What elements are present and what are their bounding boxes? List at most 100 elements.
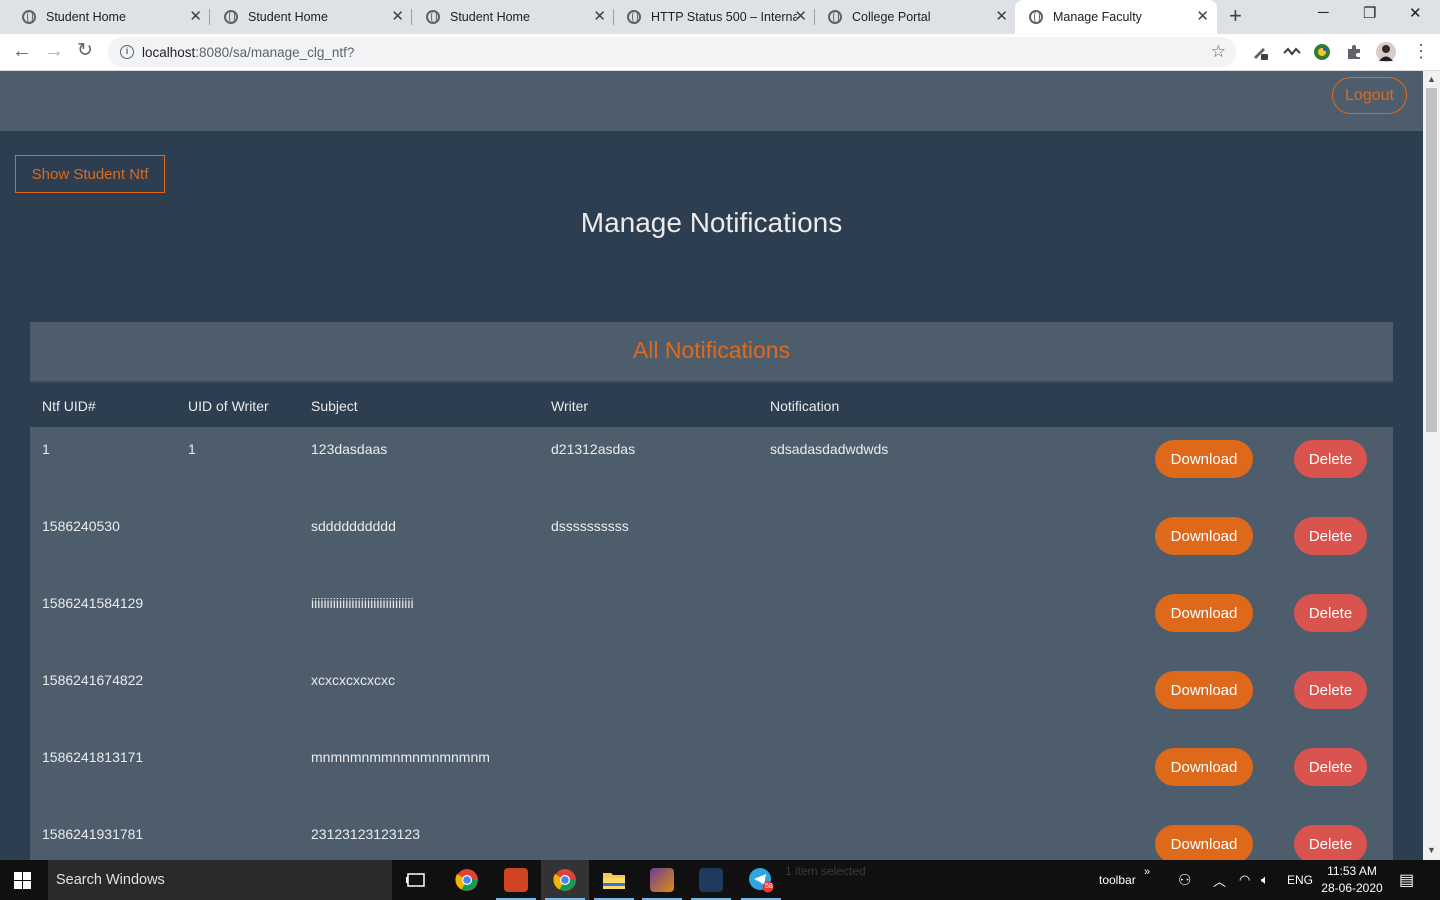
taskbar-clock[interactable]: 11:53 AM 28-06-2020 xyxy=(1312,863,1392,897)
search-placeholder: Search Windows xyxy=(56,872,165,888)
edit-extension-icon[interactable] xyxy=(1251,43,1269,61)
notifications-panel: All Notifications Ntf UID# UID of Writer… xyxy=(30,322,1393,860)
download-button[interactable]: Download xyxy=(1155,440,1253,478)
logout-button[interactable]: Logout xyxy=(1332,77,1407,114)
telegram-icon[interactable]: 58 xyxy=(737,860,785,900)
show-student-ntf-button[interactable]: Show Student Ntf xyxy=(15,155,165,193)
toolbar-label[interactable]: toolbar xyxy=(1099,860,1136,900)
file-explorer-icon[interactable] xyxy=(590,860,638,900)
download-button[interactable]: Download xyxy=(1155,671,1253,709)
delete-button[interactable]: Delete xyxy=(1294,748,1367,786)
subject-cell: xcxcxcxcxcxc xyxy=(311,672,395,688)
tab-title: College Portal xyxy=(852,10,931,24)
notification-cell: sdsadasdadwdwds xyxy=(770,441,889,457)
minimize-icon[interactable]: ─ xyxy=(1318,4,1329,21)
telegram-badge: 58 xyxy=(765,883,773,890)
tab-title: Student Home xyxy=(450,10,530,24)
table-row: 1586241674822 xcxcxcxcxcxc Download Dele… xyxy=(30,658,1393,735)
language-indicator[interactable]: ENG xyxy=(1287,860,1313,900)
download-button[interactable]: Download xyxy=(1155,594,1253,632)
browser-tab[interactable]: Student Home ✕ xyxy=(202,0,412,34)
game-app-icon[interactable] xyxy=(638,860,686,900)
top-navbar: Logout xyxy=(0,71,1423,131)
ntf-uid-cell: 1586241674822 xyxy=(42,672,144,688)
delete-button[interactable]: Delete xyxy=(1294,517,1367,555)
globe-icon xyxy=(1029,10,1043,24)
close-tab-icon[interactable]: ✕ xyxy=(189,8,202,26)
people-icon[interactable]: ⚇ xyxy=(1178,860,1191,900)
table-row: 1586241813171 mnmnmnmmnmnmnmnmnm Downloa… xyxy=(30,735,1393,812)
scroll-up-icon[interactable]: ▲ xyxy=(1427,74,1436,84)
globe-extension-icon[interactable] xyxy=(1313,43,1331,61)
close-tab-icon[interactable]: ✕ xyxy=(995,8,1008,26)
table-row: 1586241584129 iiiiiiiiiiiiiiiiiiiiiiiiii… xyxy=(30,581,1393,658)
address-bar[interactable]: i localhost:8080/sa/manage_clg_ntf? ☆ xyxy=(108,37,1236,67)
delete-button[interactable]: Delete xyxy=(1294,825,1367,860)
globe-icon xyxy=(627,10,641,24)
profile-avatar-icon[interactable] xyxy=(1376,41,1396,63)
tray-chevron-up-icon[interactable]: ︿ xyxy=(1213,860,1226,900)
scroll-down-icon[interactable]: ▼ xyxy=(1427,845,1436,855)
writer-cell: dssssssssss xyxy=(551,518,629,534)
column-header-ntf-uid: Ntf UID# xyxy=(42,398,96,414)
download-button[interactable]: Download xyxy=(1155,825,1253,860)
forward-icon[interactable]: → xyxy=(44,40,64,62)
windows-start-icon[interactable] xyxy=(14,872,32,889)
chrome-active-icon[interactable] xyxy=(541,860,589,900)
browser-tab[interactable]: HTTP Status 500 – Interna ✕ xyxy=(605,0,815,34)
reload-icon[interactable]: ↻ xyxy=(77,40,93,62)
browser-tab-active[interactable]: Manage Faculty ✕ xyxy=(1015,0,1217,34)
volume-icon[interactable]: 🔈︎ xyxy=(1261,860,1269,900)
windows-search-box[interactable]: Search Windows xyxy=(48,860,392,900)
clock-time: 11:53 AM xyxy=(1327,864,1377,878)
page-scrollbar[interactable]: ▲ ▼ xyxy=(1423,71,1440,860)
delete-button[interactable]: Delete xyxy=(1294,594,1367,632)
ntf-uid-cell: 1586241813171 xyxy=(42,749,144,765)
chrome-icon[interactable] xyxy=(443,860,491,900)
delete-button[interactable]: Delete xyxy=(1294,671,1367,709)
tab-title: Manage Faculty xyxy=(1053,10,1142,24)
ntf-uid-cell: 1586241584129 xyxy=(42,595,144,611)
writer-uid-cell: 1 xyxy=(188,441,196,457)
toolbar-expand-icon[interactable]: » xyxy=(1144,852,1150,892)
browser-tab[interactable]: Student Home ✕ xyxy=(0,0,210,34)
menu-dots-icon[interactable]: ⋮ xyxy=(1412,40,1430,62)
page-content: Logout Show Student Ntf Manage Notificat… xyxy=(0,71,1423,860)
column-header-subject: Subject xyxy=(311,398,358,414)
url-text[interactable]: localhost:8080/sa/manage_clg_ntf? xyxy=(142,45,354,60)
table-row: 1 1 123dasdaas d21312asdas sdsadasdadwdw… xyxy=(30,427,1393,504)
back-icon[interactable]: ← xyxy=(12,40,32,62)
download-button[interactable]: Download xyxy=(1155,517,1253,555)
delete-button[interactable]: Delete xyxy=(1294,440,1367,478)
maximize-icon[interactable]: ❐ xyxy=(1363,4,1376,22)
subject-cell: mnmnmnmmnmnmnmnmnm xyxy=(311,749,490,765)
wifi-icon[interactable]: ◠ xyxy=(1239,860,1250,900)
panel-title: All Notifications xyxy=(632,337,791,363)
close-window-icon[interactable]: ✕ xyxy=(1409,4,1422,22)
abbr-extension-icon[interactable] xyxy=(1283,43,1301,61)
new-tab-button[interactable]: + xyxy=(1229,5,1242,27)
tab-title: HTTP Status 500 – Interna xyxy=(651,10,797,24)
info-icon[interactable]: i xyxy=(120,45,134,59)
extensions-puzzle-icon[interactable] xyxy=(1345,43,1363,61)
url-path: :8080/sa/manage_clg_ntf? xyxy=(195,45,355,60)
task-view-icon[interactable] xyxy=(392,860,440,900)
download-button[interactable]: Download xyxy=(1155,748,1253,786)
powerpoint-icon[interactable] xyxy=(492,860,540,900)
browser-tab[interactable]: College Portal ✕ xyxy=(806,0,1016,34)
visual-studio-icon[interactable] xyxy=(687,860,735,900)
clock-date: 28-06-2020 xyxy=(1321,881,1383,895)
scrollbar-thumb[interactable] xyxy=(1426,88,1437,432)
column-header-writer-uid: UID of Writer xyxy=(188,398,269,414)
bookmark-star-icon[interactable]: ☆ xyxy=(1211,42,1226,62)
ntf-uid-cell: 1 xyxy=(42,441,50,457)
close-tab-icon[interactable]: ✕ xyxy=(391,8,404,26)
table-row: 1586241931781 23123123123123 Download De… xyxy=(30,812,1393,860)
writer-cell: d21312asdas xyxy=(551,441,636,457)
browser-tab[interactable]: Student Home ✕ xyxy=(404,0,614,34)
subject-cell: 123dasdaas xyxy=(311,441,388,457)
ntf-uid-cell: 1586240530 xyxy=(42,518,120,534)
url-host: localhost xyxy=(142,45,196,60)
notification-center-icon[interactable]: ▤ xyxy=(1399,860,1414,900)
close-tab-icon[interactable]: ✕ xyxy=(1196,8,1209,26)
